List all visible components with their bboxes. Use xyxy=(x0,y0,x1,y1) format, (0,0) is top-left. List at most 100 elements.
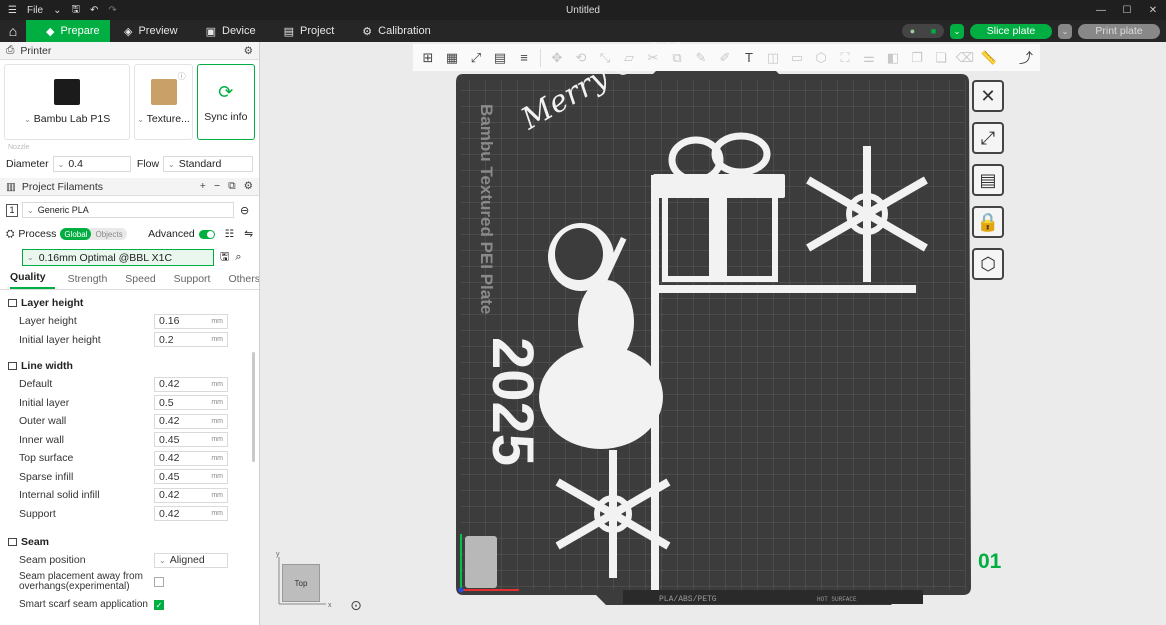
auto-orient-plate-icon[interactable]: ⤢ xyxy=(972,122,1004,154)
paste-icon[interactable]: ❏ xyxy=(930,47,952,69)
initial-layer-height-input[interactable]: 0.2 mm xyxy=(154,332,228,348)
menu-icon[interactable]: ☰ xyxy=(8,5,17,16)
plate-number[interactable]: 01 xyxy=(978,550,1001,574)
slice-dropdown-icon[interactable]: ⌄ xyxy=(950,23,964,39)
slice-view-icon[interactable]: ◧ xyxy=(882,47,904,69)
delete-icon[interactable]: ⌫ xyxy=(954,47,976,69)
orient-icon[interactable]: ⤢ xyxy=(465,47,487,69)
process-tabs: Quality Strength Speed Support Others xyxy=(0,271,259,290)
tab-quality[interactable]: Quality xyxy=(10,271,55,289)
line-width-internal-solid-infill-input[interactable]: 0.42 mm xyxy=(154,487,228,503)
view-cube[interactable]: Top xyxy=(282,564,320,602)
tab-project[interactable]: ▤ Project xyxy=(270,20,349,42)
close-button[interactable]: ✕ xyxy=(1140,5,1166,16)
print-dropdown-icon[interactable]: ⌄ xyxy=(1058,23,1072,39)
support-paint-icon[interactable]: ✎ xyxy=(690,47,712,69)
setting-row: Initial layer height 0.2 mm xyxy=(0,331,259,350)
printer-settings-icon[interactable]: ⚙ xyxy=(244,45,253,57)
filament-edit-icon[interactable]: ⊖ xyxy=(240,204,249,217)
flow-select[interactable]: ⌄ Standard xyxy=(163,156,253,172)
plate-type-selector[interactable]: ⓘ ⌄ Texture... xyxy=(134,64,193,140)
undo-icon[interactable]: ↶ xyxy=(90,5,98,16)
seam-position-select[interactable]: ⌄ Aligned xyxy=(154,552,228,568)
slice-plate-button[interactable]: Slice plate xyxy=(970,23,1052,39)
add-icon[interactable]: + xyxy=(200,180,206,193)
advanced-toggle[interactable] xyxy=(198,229,215,239)
assembly-icon[interactable]: ⬡ xyxy=(810,47,832,69)
svg-tool-icon[interactable]: ◫ xyxy=(762,47,784,69)
plate-settings-icon[interactable]: ⬡ xyxy=(972,248,1004,280)
layer-height-input[interactable]: 0.16 mm xyxy=(154,313,228,329)
close-plate-icon[interactable]: ✕ xyxy=(972,80,1004,112)
tab-speed[interactable]: Speed xyxy=(116,273,164,289)
minimize-button[interactable]: — xyxy=(1088,5,1114,16)
tab-strength[interactable]: Strength xyxy=(59,273,117,289)
tab-support[interactable]: Support xyxy=(165,273,220,289)
scale-icon[interactable]: ⤡ xyxy=(594,47,616,69)
filament-settings-icon[interactable]: ⚙ xyxy=(244,180,253,193)
filaments-section-header: ▥ Project Filaments + − ⧉ ⚙ xyxy=(0,178,259,196)
save-preset-icon[interactable]: 🖫 xyxy=(220,248,229,267)
3d-viewport[interactable]: Bambu Textured PEI Plate 2025 PLA/ABS/PE… xyxy=(261,42,1166,625)
print-plate-button[interactable]: Print plate xyxy=(1078,23,1160,39)
add-object-icon[interactable]: ⊞ xyxy=(417,47,439,69)
rotate-icon[interactable]: ⟲ xyxy=(570,47,592,69)
process-preset-select[interactable]: ⌄ 0.16mm Optimal @BBL X1C xyxy=(22,249,214,266)
scope-global[interactable]: Global xyxy=(60,228,92,240)
lay-on-face-icon[interactable]: ▱ xyxy=(618,47,640,69)
split-objects-icon[interactable]: ≡ xyxy=(513,47,535,69)
maximize-button[interactable]: ☐ xyxy=(1114,5,1140,16)
save-icon[interactable]: 🖫 xyxy=(71,2,80,19)
info-icon[interactable]: ⓘ xyxy=(178,71,186,82)
lock-plate-icon[interactable]: 🔒 xyxy=(972,206,1004,238)
move-icon[interactable]: ✥ xyxy=(546,47,568,69)
seam-paint-icon[interactable]: ✐ xyxy=(714,47,736,69)
scope-toggle[interactable]: Global Objects xyxy=(60,228,127,240)
filament-select[interactable]: ⌄ Generic PLA xyxy=(22,202,234,218)
text-tool-icon[interactable]: T xyxy=(738,47,760,69)
printer-selector[interactable]: ⌄ Bambu Lab P1S xyxy=(4,64,131,140)
line-width-outer-wall-input[interactable]: 0.42 mm xyxy=(154,413,228,429)
build-plate-view: Bambu Textured PEI Plate 2025 PLA/ABS/PE… xyxy=(276,42,971,609)
list-icon[interactable]: ☷ xyxy=(225,228,234,240)
zoom-to-fit-icon[interactable]: ⊙ xyxy=(347,596,365,614)
compare-icon[interactable]: ⇋ xyxy=(244,228,253,240)
seam-away-checkbox[interactable] xyxy=(154,576,164,587)
view-mode-toggle[interactable]: ● ■ xyxy=(902,24,944,38)
scope-objects[interactable]: Objects xyxy=(91,228,126,240)
line-width-initial-input[interactable]: 0.5 mm xyxy=(154,395,228,411)
mesh-boolean-icon[interactable]: ⧉ xyxy=(666,47,688,69)
tab-others[interactable]: Others xyxy=(219,273,259,289)
line-width-inner-wall-input[interactable]: 0.45 mm xyxy=(154,432,228,448)
sidebar-scrollbar[interactable] xyxy=(252,352,255,462)
fit-view-icon[interactable]: ⛶ xyxy=(834,47,856,69)
copy-icon[interactable]: ❐ xyxy=(906,47,928,69)
sync-filament-icon[interactable]: ⧉ xyxy=(228,180,236,193)
redo-icon[interactable]: ↷ xyxy=(108,5,116,16)
diameter-select[interactable]: ⌄ 0.4 xyxy=(52,156,131,172)
ruler-icon[interactable]: 📏 xyxy=(978,47,1000,69)
tab-prepare[interactable]: ◆ Prepare xyxy=(26,20,110,42)
search-icon[interactable]: ⌕ xyxy=(235,251,241,264)
tab-preview[interactable]: ◈ Preview xyxy=(110,20,192,42)
chevron-down-icon[interactable]: ⌄ xyxy=(53,5,61,16)
line-width-top-surface-input[interactable]: 0.42 mm xyxy=(154,450,228,466)
edit-mode-icon[interactable]: ⤴ xyxy=(1012,44,1040,71)
line-width-sparse-infill-input[interactable]: 0.45 mm xyxy=(154,469,228,485)
sync-info-button[interactable]: ⟳ Sync info xyxy=(196,64,256,140)
variable-layer-icon[interactable]: ⚌ xyxy=(858,47,880,69)
arrange-icon[interactable]: ▤ xyxy=(489,47,511,69)
cut-icon[interactable]: ✂ xyxy=(642,47,664,69)
smart-scarf-checkbox[interactable]: ✓ xyxy=(154,599,164,610)
add-plate-icon[interactable]: ▦ xyxy=(441,47,463,69)
line-width-support-input[interactable]: 0.42 mm xyxy=(154,506,228,522)
measure-icon[interactable]: ▭ xyxy=(786,47,808,69)
tab-calibration[interactable]: ⚙ Calibration xyxy=(348,20,444,42)
file-menu[interactable]: File xyxy=(27,5,43,16)
tab-device[interactable]: ▣ Device xyxy=(192,20,270,42)
arrange-plate-icon[interactable]: ▤ xyxy=(972,164,1004,196)
remove-icon[interactable]: − xyxy=(214,180,220,193)
line-width-default-input[interactable]: 0.42 mm xyxy=(154,376,228,392)
filament-index[interactable]: 1 xyxy=(6,203,18,217)
home-icon[interactable]: ⌂ xyxy=(0,20,26,42)
